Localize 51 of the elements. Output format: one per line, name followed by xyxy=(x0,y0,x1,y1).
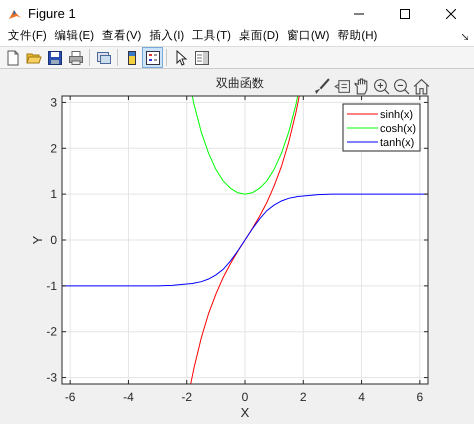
save-icon xyxy=(46,50,62,66)
new-file-icon xyxy=(4,50,20,66)
tick-label: 3 xyxy=(50,95,57,110)
tick-label: -2 xyxy=(181,390,192,404)
legend-label: cosh(x) xyxy=(380,123,416,135)
tick-label: 0 xyxy=(50,233,57,247)
zoom-in-button[interactable] xyxy=(373,78,390,95)
tick-label: -1 xyxy=(46,278,57,293)
datatip-button[interactable] xyxy=(333,78,350,95)
printer-icon xyxy=(68,50,84,66)
tick-label: 2 xyxy=(300,390,307,404)
tick-label: -4 xyxy=(123,390,134,404)
home-button[interactable] xyxy=(413,78,430,95)
legend-label: sinh(x) xyxy=(380,109,414,121)
menu-item[interactable]: 窗口(W) xyxy=(282,27,334,46)
legend-tool-button[interactable] xyxy=(142,47,163,68)
legend-label: tanh(x) xyxy=(380,137,414,149)
menu-item[interactable]: 查看(V) xyxy=(98,27,146,46)
maximize-icon xyxy=(400,9,410,20)
window-title: Figure 1 xyxy=(28,4,76,23)
tick-label: 1 xyxy=(50,187,57,202)
menu-item[interactable]: 桌面(D) xyxy=(234,27,283,46)
pan-button[interactable] xyxy=(353,78,370,95)
tick-label: -6 xyxy=(64,390,76,404)
property-editor-icon xyxy=(194,50,210,66)
home-icon xyxy=(413,78,430,95)
tick-label: -3 xyxy=(46,370,57,385)
tick-label: 6 xyxy=(416,390,424,404)
zoom-out-icon xyxy=(393,78,410,95)
menu-item[interactable]: 编辑(E) xyxy=(50,27,98,46)
menu-item[interactable]: 工具(T) xyxy=(188,27,235,46)
y-axis-label: Y xyxy=(30,236,45,244)
zoom-in-icon xyxy=(373,78,390,95)
tick-label: -2 xyxy=(46,324,57,339)
dock-arrow-icon[interactable] xyxy=(462,34,468,40)
menu-item[interactable]: 帮助(H) xyxy=(333,27,382,46)
tick-label: 4 xyxy=(358,390,365,404)
hand-icon xyxy=(353,78,370,95)
close-icon xyxy=(446,9,456,20)
brush-button[interactable] xyxy=(313,78,330,95)
brush-icon xyxy=(313,78,330,95)
datatip-icon xyxy=(333,78,350,95)
chart-title: 双曲函数 xyxy=(216,76,264,90)
linked-windows-icon xyxy=(96,50,112,66)
zoom-out-button[interactable] xyxy=(393,78,410,95)
tick-label: 2 xyxy=(50,141,57,156)
menu-item[interactable]: 文件(F) xyxy=(4,27,51,46)
menu-item[interactable]: 插入(I) xyxy=(145,27,188,46)
legend-icon xyxy=(144,50,160,66)
tick-label: 0 xyxy=(242,390,248,404)
x-axis-label: X xyxy=(240,405,250,420)
